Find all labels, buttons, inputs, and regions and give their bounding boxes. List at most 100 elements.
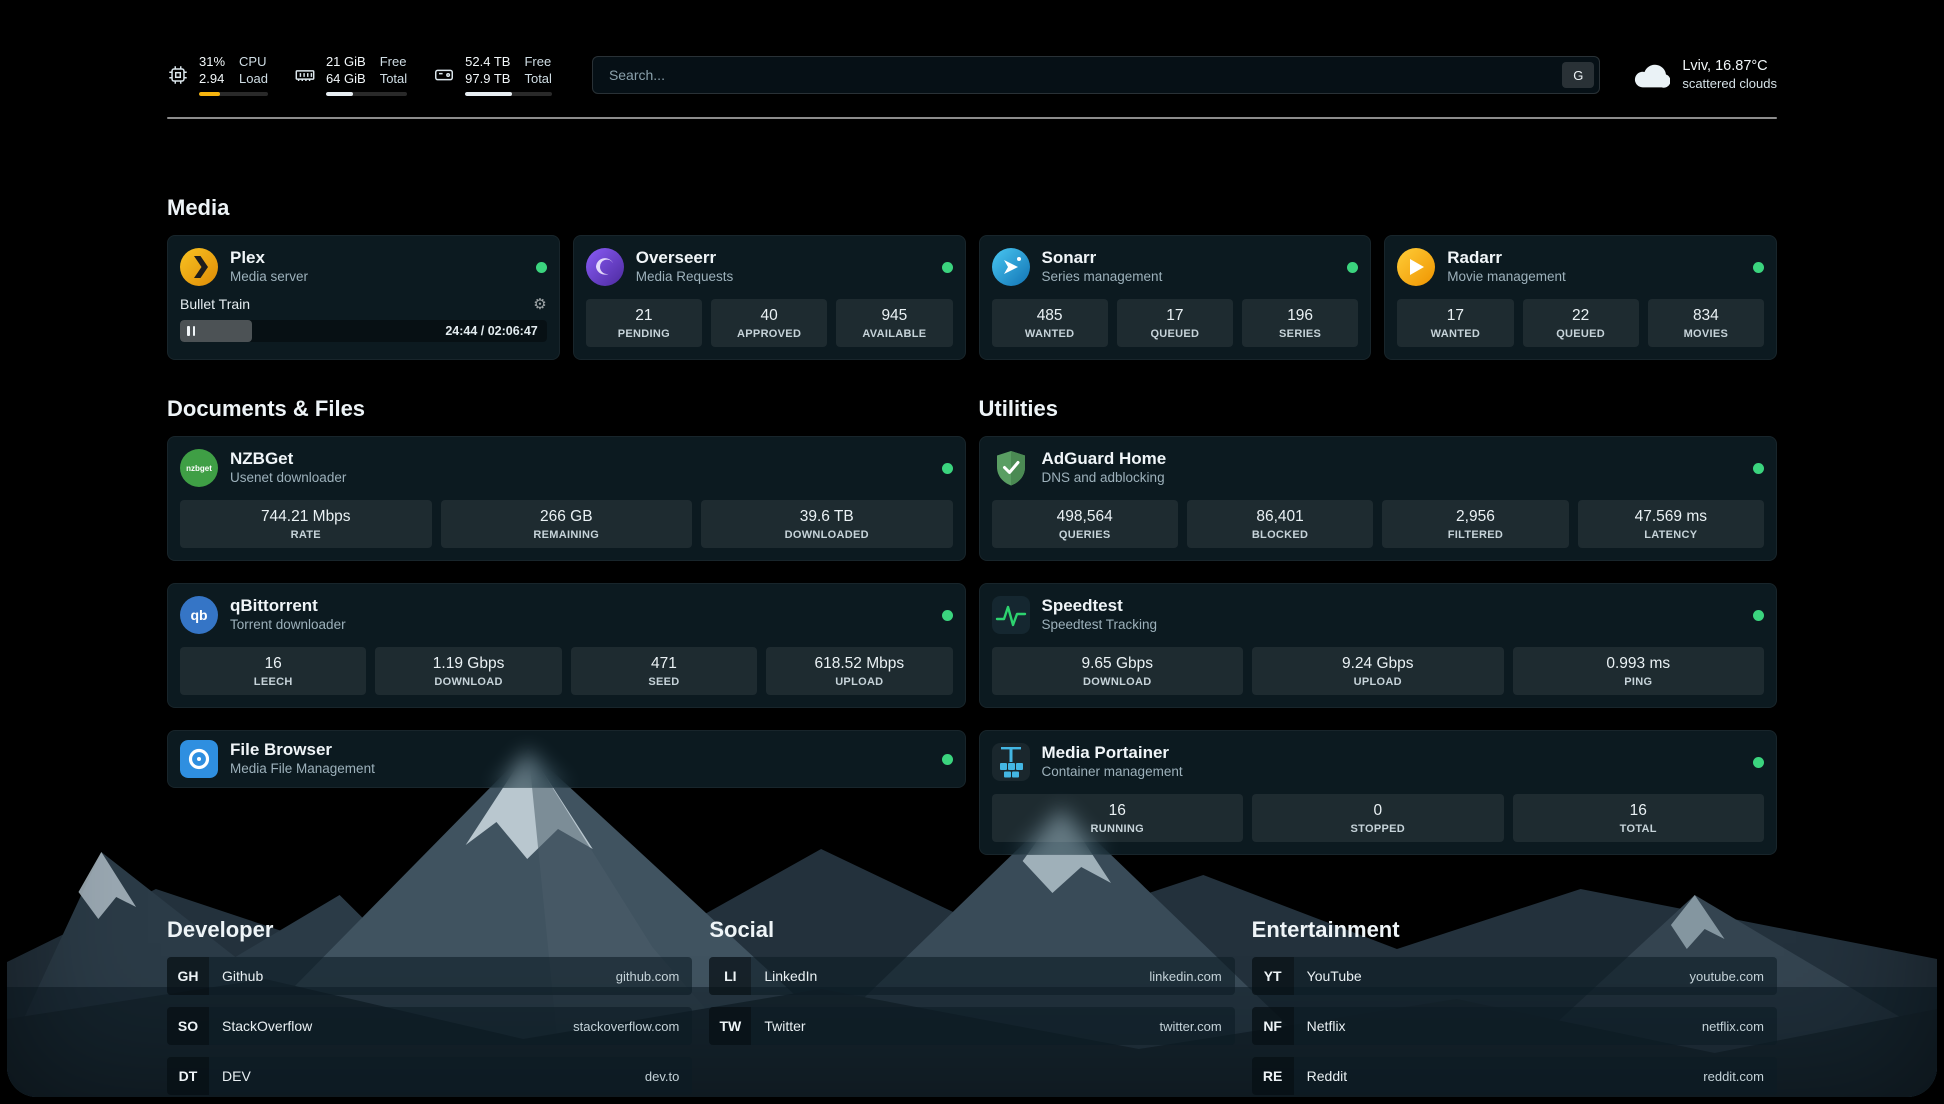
stat-stopped: 0 STOPPED <box>1252 794 1504 842</box>
bookmark-github[interactable]: GH Github github.com <box>167 957 692 995</box>
search-input[interactable] <box>607 66 1562 84</box>
bookmark-name: Twitter <box>764 1018 805 1034</box>
app-card-plex[interactable]: Plex Media server Bullet Train ⚙︎ 24:44 … <box>167 235 560 360</box>
stat-queued: 22 QUEUED <box>1523 299 1639 347</box>
status-online-dot <box>1753 463 1764 474</box>
stat-queued: 17 QUEUED <box>1117 299 1233 347</box>
qbittorrent-icon: qb <box>180 596 218 634</box>
radarr-icon <box>1397 248 1435 286</box>
portainer-icon <box>992 743 1030 781</box>
section-utilities: Utilities AdGuard Home <box>979 396 1778 855</box>
svg-text:qb: qb <box>190 607 207 623</box>
status-online-dot <box>942 463 953 474</box>
section-title-social: Social <box>709 917 1234 943</box>
status-online-dot <box>1753 262 1764 273</box>
stat-series: 196 SERIES <box>1242 299 1358 347</box>
top-bar: 31% CPU 2.94 Load 21 <box>167 51 1777 99</box>
search-engine-button[interactable]: G <box>1562 62 1594 88</box>
section-developer: Developer GH Github github.com SO StackO… <box>167 917 692 1095</box>
stat-latency: 47.569 ms LATENCY <box>1578 500 1764 548</box>
bookmark-url: reddit.com <box>1703 1069 1764 1084</box>
bookmark-name: YouTube <box>1307 968 1362 984</box>
bookmark-url: netflix.com <box>1702 1019 1764 1034</box>
bookmark-twitter[interactable]: TW Twitter twitter.com <box>709 1007 1234 1045</box>
app-card-qbittorrent[interactable]: qb qBittorrent Torrent downloader 16 LEE… <box>167 583 966 708</box>
disk-label-bottom: Total <box>524 71 551 87</box>
bookmark-linkedin[interactable]: LI LinkedIn linkedin.com <box>709 957 1234 995</box>
adguard-icon <box>992 449 1030 487</box>
bookmark-stackoverflow[interactable]: SO StackOverflow stackoverflow.com <box>167 1007 692 1045</box>
section-media: Media Plex <box>167 195 1777 360</box>
bookmark-dev[interactable]: DT DEV dev.to <box>167 1057 692 1095</box>
app-name: AdGuard Home <box>1042 449 1167 468</box>
bookmark-name: LinkedIn <box>764 968 817 984</box>
plex-icon <box>180 248 218 286</box>
header-divider <box>167 117 1777 119</box>
bookmark-reddit[interactable]: RE Reddit reddit.com <box>1252 1057 1777 1095</box>
bookmark-url: twitter.com <box>1160 1019 1222 1034</box>
status-online-dot <box>536 262 547 273</box>
memory-label-bottom: Total <box>380 71 407 87</box>
section-title-utilities: Utilities <box>979 396 1778 422</box>
app-card-portainer[interactable]: Media Portainer Container management 16 … <box>979 730 1778 855</box>
app-card-sonarr[interactable]: Sonarr Series management 485 WANTED 17 Q… <box>979 235 1372 360</box>
nzbget-icon: nzbget <box>180 449 218 487</box>
status-online-dot <box>1753 757 1764 768</box>
cpu-percent: 31% <box>199 54 225 70</box>
app-desc: Media server <box>230 267 308 286</box>
app-card-nzbget[interactable]: nzbget NZBGet Usenet downloader 744.21 M… <box>167 436 966 561</box>
status-online-dot <box>942 262 953 273</box>
stat-queries: 498,564 QUERIES <box>992 500 1178 548</box>
svg-text:nzbget: nzbget <box>186 464 212 473</box>
app-name: Radarr <box>1447 248 1566 267</box>
app-card-overseerr[interactable]: Overseerr Media Requests 21 PENDING 40 A… <box>573 235 966 360</box>
bookmark-youtube[interactable]: YT YouTube youtube.com <box>1252 957 1777 995</box>
app-card-filebrowser[interactable]: File Browser Media File Management <box>167 730 966 788</box>
memory-widget: 21 GiB Free 64 GiB Total <box>294 54 407 96</box>
bookmark-name: Reddit <box>1307 1068 1347 1084</box>
weather-location: Lviv, 16.87°C <box>1682 58 1777 75</box>
bookmark-abbr: YT <box>1252 957 1294 995</box>
stat-movies: 834 MOVIES <box>1648 299 1764 347</box>
stat-seed: 471 SEED <box>571 647 757 695</box>
app-desc: Container management <box>1042 762 1183 781</box>
bookmark-url: dev.to <box>645 1069 679 1084</box>
settings-gear-icon[interactable]: ⚙︎ <box>533 295 546 313</box>
app-desc: Media Requests <box>636 267 734 286</box>
bookmark-abbr: TW <box>709 1007 751 1045</box>
bookmark-abbr: RE <box>1252 1057 1294 1095</box>
stat-upload: 618.52 Mbps UPLOAD <box>766 647 952 695</box>
bookmark-url: stackoverflow.com <box>573 1019 679 1034</box>
bookmark-url: linkedin.com <box>1149 969 1221 984</box>
app-card-speedtest[interactable]: Speedtest Speedtest Tracking 9.65 Gbps D… <box>979 583 1778 708</box>
bookmark-netflix[interactable]: NF Netflix netflix.com <box>1252 1007 1777 1045</box>
memory-progress-bar <box>326 92 407 96</box>
stat-download: 9.65 Gbps DOWNLOAD <box>992 647 1244 695</box>
dashboard: 31% CPU 2.94 Load 21 <box>7 7 1937 1097</box>
playback-progress-bar[interactable]: 24:44 / 02:06:47 <box>180 320 547 342</box>
pause-icon[interactable] <box>187 326 195 336</box>
app-desc: Usenet downloader <box>230 468 346 487</box>
speedtest-icon <box>992 596 1030 634</box>
overseerr-icon <box>586 248 624 286</box>
app-name: Speedtest <box>1042 596 1158 615</box>
filebrowser-icon <box>180 740 218 778</box>
section-documents: Documents & Files nzbget NZBGet Usenet d <box>167 396 966 788</box>
section-entertainment: Entertainment YT YouTube youtube.com NF … <box>1252 917 1777 1095</box>
status-online-dot <box>1753 610 1764 621</box>
app-card-adguard[interactable]: AdGuard Home DNS and adblocking 498,564 … <box>979 436 1778 561</box>
app-name: Overseerr <box>636 248 734 267</box>
app-name: Media Portainer <box>1042 743 1183 762</box>
bookmark-abbr: DT <box>167 1057 209 1095</box>
disk-icon <box>433 64 455 86</box>
sonarr-icon <box>992 248 1030 286</box>
app-desc: Movie management <box>1447 267 1566 286</box>
status-online-dot <box>942 610 953 621</box>
cpu-widget: 31% CPU 2.94 Load <box>167 54 268 96</box>
app-name: Plex <box>230 248 308 267</box>
stat-leech: 16 LEECH <box>180 647 366 695</box>
stat-rate: 744.21 Mbps RATE <box>180 500 432 548</box>
cpu-label-bottom: Load <box>239 71 268 87</box>
cpu-label-top: CPU <box>239 54 268 70</box>
app-card-radarr[interactable]: Radarr Movie management 17 WANTED 22 QUE… <box>1384 235 1777 360</box>
